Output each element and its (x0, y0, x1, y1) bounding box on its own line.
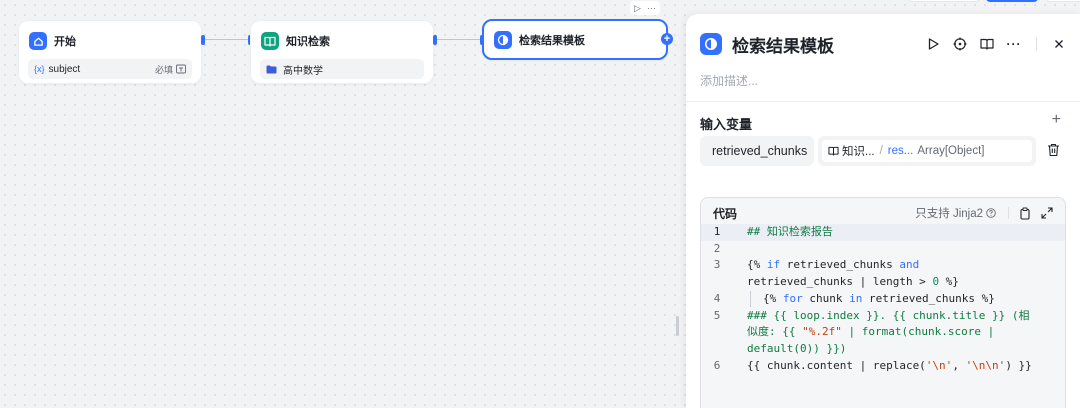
text-field-icon (176, 64, 186, 74)
code-line: 3 {% if retrieved_chunks and retrieved_c… (701, 257, 1065, 290)
line-number: 3 (713, 258, 721, 272)
code-editor[interactable]: 代码 只支持 Jinja2 1 ## 知识检索报告 2 3 {% if retr… (700, 197, 1066, 408)
code-line: 6 {{ chunk.content | replace('\n', '\n\n… (701, 358, 1065, 375)
docs-icon[interactable] (980, 37, 994, 51)
copy-icon[interactable] (1019, 207, 1031, 220)
node-knowledge-kb-name: 高中数学 (283, 65, 323, 77)
book-icon (261, 32, 279, 50)
header-divider (1036, 37, 1037, 51)
template-icon (700, 33, 722, 55)
node-start-title: 开始 (54, 36, 76, 48)
add-variable-icon[interactable]: + (1052, 111, 1061, 129)
line-number: 1 (713, 225, 721, 238)
node-start-variable: {x} subject 必填 (28, 59, 192, 79)
edge-start-knowledge (204, 39, 250, 40)
node-start-var-name: subject (48, 63, 81, 75)
header-divider (1008, 207, 1009, 219)
node-knowledge[interactable]: 知识检索 高中数学 (250, 20, 434, 84)
reference-node-name: 知识... (842, 146, 875, 158)
variable-name-field[interactable]: retrieved_chunks (700, 136, 814, 166)
reference-separator: / (879, 145, 883, 157)
locate-icon[interactable] (953, 37, 967, 51)
line-number: 2 (713, 241, 721, 255)
node-template[interactable]: 检索结果模板 (482, 19, 668, 60)
node-settings-panel: 检索结果模板 ··· 添加描述... 输入变量 + retrieved_chun… (686, 14, 1080, 408)
node-knowledge-out-handle[interactable] (433, 35, 437, 45)
panel-divider (686, 101, 1080, 102)
node-start-required: 必填 (154, 64, 173, 75)
close-icon[interactable] (1052, 37, 1066, 51)
description-input[interactable]: 添加描述... (700, 72, 758, 89)
node-knowledge-title: 知识检索 (286, 36, 330, 48)
home-icon (29, 32, 47, 50)
panel-title[interactable]: 检索结果模板 (732, 32, 834, 57)
run-icon[interactable] (926, 37, 940, 51)
template-icon (494, 31, 512, 49)
node-knowledge-kb: 高中数学 (260, 59, 424, 79)
node-start[interactable]: 开始 {x} subject 必填 (18, 20, 202, 84)
top-toolbar-stub (908, 0, 980, 2)
code-language-note: 只支持 Jinja2 (915, 205, 996, 221)
top-toolbar-stub-2 (1046, 0, 1080, 2)
help-icon[interactable] (986, 208, 996, 218)
line-number: 4 (713, 291, 721, 305)
variable-reference-chip[interactable]: 知识... / res... Array[Object] (822, 140, 1032, 162)
node-template-title: 检索结果模板 (519, 35, 585, 47)
edge-knowledge-template (436, 39, 482, 40)
expand-icon[interactable] (1041, 207, 1053, 219)
more-icon[interactable]: ··· (647, 3, 656, 13)
code-line: 4 {% for chunk in retrieved_chunks %} (701, 291, 1065, 308)
node-mini-toolbar: ▷ ··· (630, 1, 660, 15)
code-label: 代码 (713, 206, 738, 221)
book-icon (828, 146, 839, 156)
panel-header: 检索结果模板 ··· (700, 32, 1066, 56)
code-line-3: {% if retrieved_chunks and retrieved_chu… (747, 258, 959, 289)
panel-resize-handle[interactable] (676, 316, 679, 336)
code-line: 1 ## 知识检索报告 (701, 224, 1065, 241)
variable-reference-select[interactable]: 知识... / res... Array[Object] (818, 136, 1036, 166)
code-line-1: ## 知识检索报告 (747, 225, 833, 238)
code-line-6: {{ chunk.content | replace('\n', '\n\n')… (747, 358, 1032, 372)
code-line: 5 ### {{ loop.index }}. {{ chunk.title }… (701, 308, 1065, 358)
delete-variable-icon[interactable] (1047, 143, 1060, 160)
line-number: 5 (713, 308, 721, 322)
folder-icon (266, 65, 277, 73)
reference-field-name: res... (887, 145, 914, 157)
reference-type: Array[Object] (917, 145, 985, 157)
code-line-5: ### {{ loop.index }}. {{ chunk.title }} … (747, 308, 1030, 355)
more-icon[interactable]: ··· (1007, 37, 1021, 51)
node-start-out-handle[interactable] (201, 35, 205, 45)
code-line: 2 (701, 241, 1065, 258)
variable-icon: {x} (34, 64, 45, 74)
line-number: 6 (713, 358, 721, 372)
inputs-section-title: 输入变量 (700, 117, 753, 132)
run-icon[interactable]: ▷ (634, 3, 641, 14)
add-node-icon[interactable]: + (661, 33, 673, 45)
code-content[interactable]: 1 ## 知识检索报告 2 3 {% if retrieved_chunks a… (701, 224, 1065, 408)
code-line-4: {% for chunk in retrieved_chunks %} (763, 291, 995, 305)
top-toolbar-primary-stub (986, 0, 1038, 2)
